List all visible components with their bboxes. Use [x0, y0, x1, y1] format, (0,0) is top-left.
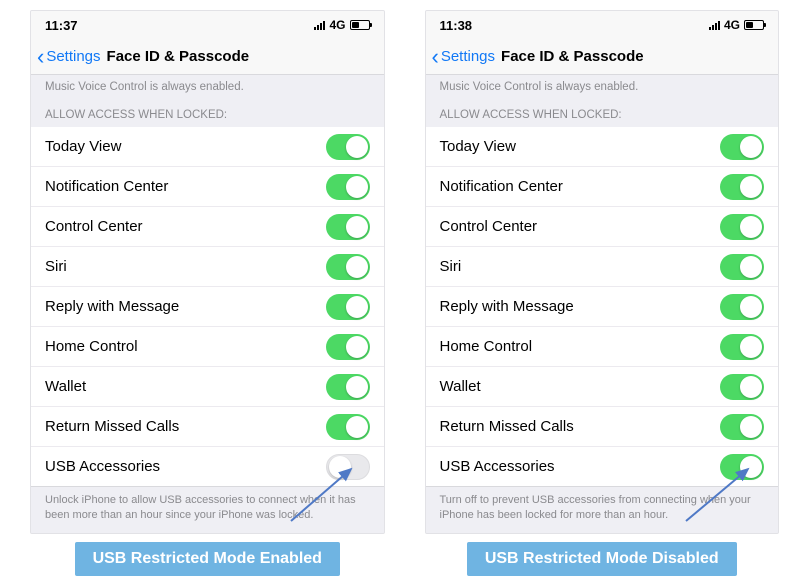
section-header: ALLOW ACCESS WHEN LOCKED: — [426, 103, 779, 127]
row-label: USB Accessories — [45, 458, 160, 475]
row-label: Return Missed Calls — [440, 418, 574, 435]
nav-bar: ‹ Settings Face ID & Passcode — [426, 39, 779, 75]
toggle-today-view[interactable] — [720, 134, 764, 160]
toggle-return-missed-calls[interactable] — [326, 414, 370, 440]
page-title: Face ID & Passcode — [501, 48, 644, 65]
row-label: Return Missed Calls — [45, 418, 179, 435]
caption-left: USB Restricted Mode Enabled — [75, 542, 340, 576]
status-time: 11:38 — [440, 18, 473, 33]
status-bar: 11:38 4G — [426, 11, 779, 39]
row-siri: Siri — [31, 247, 384, 287]
row-notification-center: Notification Center — [31, 167, 384, 207]
row-control-center: Control Center — [426, 207, 779, 247]
row-today-view: Today View — [31, 127, 384, 167]
chevron-left-icon[interactable]: ‹ — [37, 46, 44, 68]
toggle-home-control[interactable] — [720, 334, 764, 360]
row-label: Home Control — [45, 338, 138, 355]
row-return-missed-calls: Return Missed Calls — [31, 407, 384, 447]
row-today-view: Today View — [426, 127, 779, 167]
row-wallet: Wallet — [31, 367, 384, 407]
phone-right: 11:38 4G ‹ Settings Face ID & Passcode M… — [425, 10, 780, 534]
row-home-control: Home Control — [426, 327, 779, 367]
back-button[interactable]: Settings — [441, 48, 495, 65]
status-right: 4G — [709, 18, 764, 32]
row-label: Siri — [45, 258, 67, 275]
toggle-wallet[interactable] — [720, 374, 764, 400]
row-label: Siri — [440, 258, 462, 275]
toggle-notification-center[interactable] — [326, 174, 370, 200]
toggle-home-control[interactable] — [326, 334, 370, 360]
row-label: USB Accessories — [440, 458, 555, 475]
sub-note: Music Voice Control is always enabled. — [426, 75, 779, 103]
row-reply-with-message: Reply with Message — [31, 287, 384, 327]
toggle-control-center[interactable] — [720, 214, 764, 240]
signal-icon — [314, 20, 325, 30]
row-label: Notification Center — [45, 178, 168, 195]
toggle-wallet[interactable] — [326, 374, 370, 400]
row-label: Wallet — [45, 378, 86, 395]
back-button[interactable]: Settings — [46, 48, 100, 65]
section-header: ALLOW ACCESS WHEN LOCKED: — [31, 103, 384, 127]
caption-right-wrap: USB Restricted Mode Disabled — [425, 542, 780, 576]
row-control-center: Control Center — [31, 207, 384, 247]
captions: USB Restricted Mode Enabled USB Restrict… — [0, 534, 809, 576]
status-time: 11:37 — [45, 18, 78, 33]
toggle-control-center[interactable] — [326, 214, 370, 240]
row-label: Reply with Message — [440, 298, 574, 315]
row-label: Control Center — [45, 218, 143, 235]
row-label: Reply with Message — [45, 298, 179, 315]
toggle-siri[interactable] — [326, 254, 370, 280]
row-label: Today View — [45, 138, 121, 155]
battery-icon — [744, 20, 764, 30]
row-usb-accessories: USB Accessories — [31, 447, 384, 487]
toggle-reply-with-message[interactable] — [720, 294, 764, 320]
nav-bar: ‹ Settings Face ID & Passcode — [31, 39, 384, 75]
toggle-siri[interactable] — [720, 254, 764, 280]
settings-list: Today View Notification Center Control C… — [31, 127, 384, 487]
row-usb-accessories: USB Accessories — [426, 447, 779, 487]
footer-note: Unlock iPhone to allow USB accessories t… — [31, 487, 384, 533]
row-reply-with-message: Reply with Message — [426, 287, 779, 327]
row-label: Notification Center — [440, 178, 563, 195]
toggle-usb-accessories[interactable] — [720, 454, 764, 480]
battery-icon — [350, 20, 370, 30]
row-home-control: Home Control — [31, 327, 384, 367]
row-wallet: Wallet — [426, 367, 779, 407]
caption-right: USB Restricted Mode Disabled — [467, 542, 737, 576]
row-label: Control Center — [440, 218, 538, 235]
row-label: Today View — [440, 138, 516, 155]
signal-icon — [709, 20, 720, 30]
phone-left: 11:37 4G ‹ Settings Face ID & Passcode M… — [30, 10, 385, 534]
row-return-missed-calls: Return Missed Calls — [426, 407, 779, 447]
row-siri: Siri — [426, 247, 779, 287]
row-label: Home Control — [440, 338, 533, 355]
toggle-return-missed-calls[interactable] — [720, 414, 764, 440]
row-notification-center: Notification Center — [426, 167, 779, 207]
row-label: Wallet — [440, 378, 481, 395]
network-label: 4G — [724, 18, 740, 32]
chevron-left-icon[interactable]: ‹ — [432, 46, 439, 68]
phones-container: 11:37 4G ‹ Settings Face ID & Passcode M… — [0, 0, 809, 534]
toggle-notification-center[interactable] — [720, 174, 764, 200]
sub-note: Music Voice Control is always enabled. — [31, 75, 384, 103]
footer-note: Turn off to prevent USB accessories from… — [426, 487, 779, 533]
page-title: Face ID & Passcode — [107, 48, 250, 65]
status-bar: 11:37 4G — [31, 11, 384, 39]
caption-left-wrap: USB Restricted Mode Enabled — [30, 542, 385, 576]
toggle-usb-accessories[interactable] — [326, 454, 370, 480]
toggle-reply-with-message[interactable] — [326, 294, 370, 320]
network-label: 4G — [329, 18, 345, 32]
settings-list: Today View Notification Center Control C… — [426, 127, 779, 487]
toggle-today-view[interactable] — [326, 134, 370, 160]
status-right: 4G — [314, 18, 369, 32]
